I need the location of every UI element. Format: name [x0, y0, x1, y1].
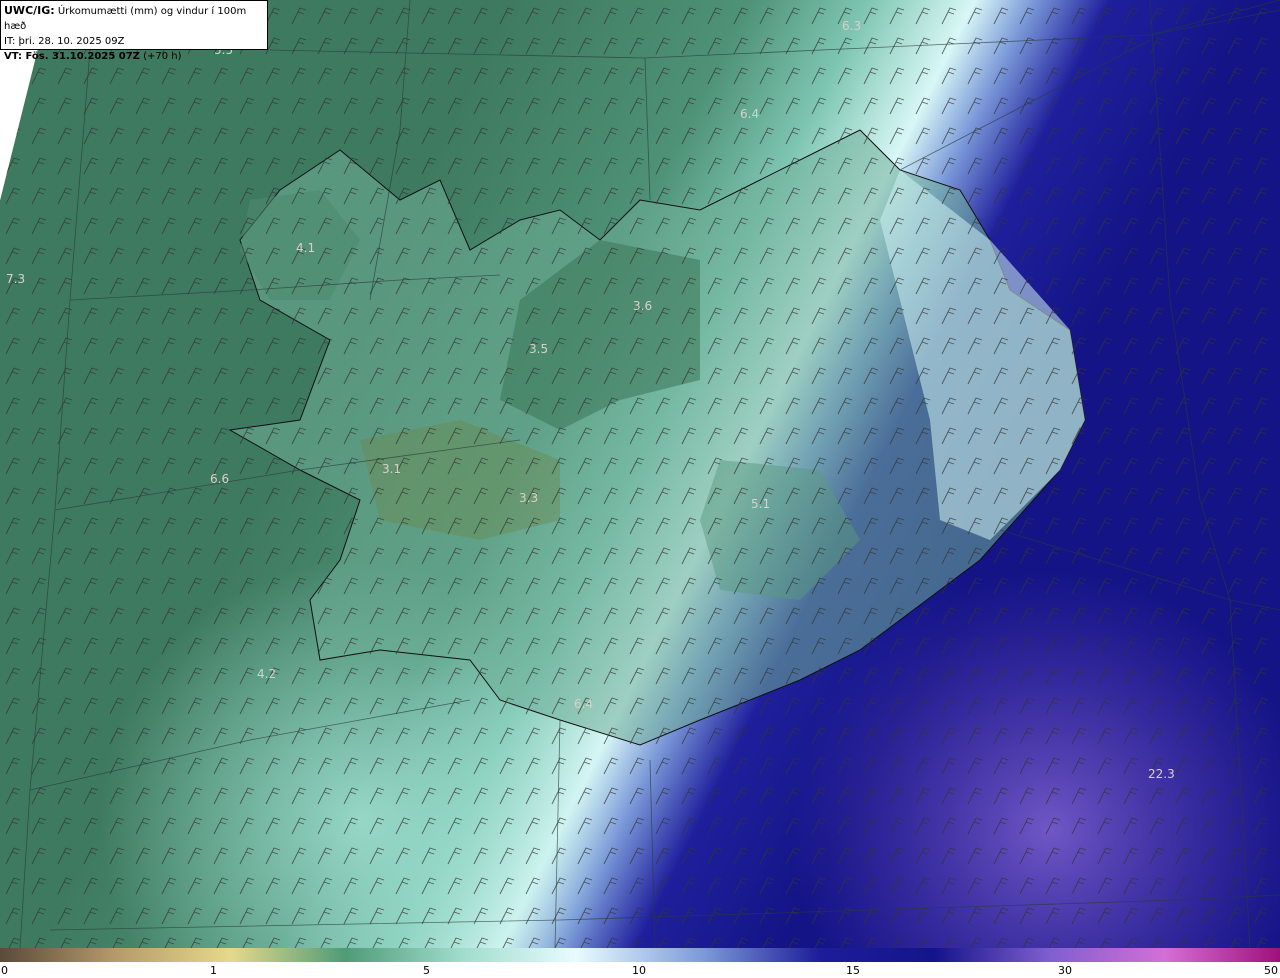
- wind-barbs: [0, 0, 1280, 948]
- colorbar-tick: 10: [632, 964, 646, 977]
- colorbar-tick: 15: [846, 964, 860, 977]
- model-name: UWC/IG:: [4, 4, 55, 17]
- value-label: 22.3: [1148, 767, 1175, 781]
- colorbar: 0 1 5 10 15 30 50: [0, 948, 1280, 978]
- value-label: 6.4: [740, 107, 759, 121]
- valid-time-line: VT: Fös. 31.10.2025 07Z (+70 h): [4, 49, 264, 64]
- value-label: 3.3: [519, 491, 538, 505]
- value-label: 3.6: [633, 299, 652, 313]
- colorbar-tick: 5: [423, 964, 430, 977]
- colorbar-tick: 30: [1058, 964, 1072, 977]
- forecast-hour: (+70 h): [139, 51, 182, 62]
- value-label: 7.3: [6, 272, 25, 286]
- colorbar-tick: 0: [1, 964, 8, 977]
- value-label: 4.1: [296, 241, 315, 255]
- value-label: 4.2: [257, 667, 276, 681]
- value-label: 6.6: [210, 472, 229, 486]
- precipitation-map[interactable]: 6.3 5.5 6.4 7.3 4.1 3.6 3.5 3.1 3.3 6.6 …: [0, 0, 1280, 949]
- map-title-box: UWC/IG: Úrkomumætti (mm) og vindur í 100…: [0, 0, 268, 62]
- value-label: 5.1: [751, 497, 770, 511]
- value-label: 6.4: [574, 697, 593, 711]
- issue-time: IT: þri. 28. 10. 2025 09Z: [4, 36, 125, 47]
- value-label: 6.3: [842, 19, 861, 33]
- colorbar-strip: [0, 948, 1280, 962]
- valid-time: VT: Fös. 31.10.2025 07Z: [4, 51, 140, 62]
- value-label: 3.5: [529, 342, 548, 356]
- map-canvas: 6.3 5.5 6.4 7.3 4.1 3.6 3.5 3.1 3.3 6.6 …: [0, 0, 1280, 949]
- colorbar-tick: 50: [1264, 964, 1278, 977]
- value-label: 3.1: [382, 462, 401, 476]
- colorbar-tick: 1: [210, 964, 217, 977]
- title-line: UWC/IG: Úrkomumætti (mm) og vindur í 100…: [4, 3, 264, 34]
